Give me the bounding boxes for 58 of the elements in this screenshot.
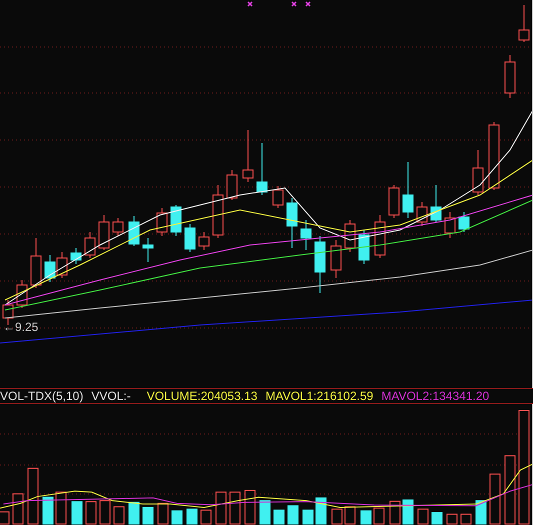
volume-bar [476, 500, 486, 524]
indicator-label: MAVOL2:134341.20 [381, 389, 490, 403]
indicator-label: MAVOL1:216102.59 [265, 389, 374, 403]
candlestick [256, 142, 268, 196]
candlestick [330, 240, 342, 278]
candlestick [44, 254, 56, 282]
volume-bar [302, 510, 314, 524]
candlestick [212, 184, 224, 238]
signal-mark-icon [291, 1, 297, 7]
candlestick [504, 54, 516, 98]
candlestick [272, 186, 284, 208]
candlestick [458, 212, 470, 232]
candlestick [314, 236, 326, 294]
candlestick [70, 248, 82, 264]
signal-mark-icon [247, 1, 253, 7]
candlestick [142, 238, 154, 262]
candlestick [242, 130, 254, 182]
volume-bar [432, 512, 442, 524]
candlestick [388, 184, 400, 218]
candlestick [184, 224, 196, 252]
candlestick [472, 150, 484, 196]
candlestick [518, 4, 530, 42]
candlestick [300, 220, 312, 250]
volume-bar [72, 501, 82, 524]
volume-bar [260, 500, 270, 524]
candlestick [30, 238, 42, 288]
signal-mark-icon [305, 1, 311, 7]
candlestick [16, 280, 28, 308]
candlestick [170, 204, 182, 236]
volume-bar [142, 506, 154, 524]
candlestick [226, 170, 238, 200]
indicator-label: VVOL:- [91, 389, 131, 403]
candlestick [112, 218, 124, 236]
volume-bar [186, 508, 198, 524]
volume-bar [274, 510, 284, 524]
volume-bar [288, 505, 298, 524]
candlestick [56, 252, 68, 278]
indicator-label: VOLUME:204053.13 [146, 389, 258, 403]
volume-bar [128, 502, 140, 524]
volume-bar [360, 510, 372, 524]
volume-bar [172, 510, 182, 524]
indicator-label: VOL-TDX(5,10) [0, 389, 84, 403]
candlestick [84, 232, 96, 258]
candlestick [444, 212, 456, 238]
volume-bar [316, 497, 326, 524]
candlestick [128, 216, 140, 246]
candlestick [98, 214, 110, 250]
candlestick [430, 184, 442, 222]
candlestick [358, 230, 370, 264]
candlestick [402, 162, 414, 218]
volume-bar [402, 499, 414, 524]
candlestick [416, 202, 428, 226]
price-low-label: ←9.25 [3, 320, 38, 334]
candlestick [156, 208, 168, 236]
candlestick [488, 122, 500, 190]
candlestick [198, 232, 210, 250]
candlestick [286, 198, 298, 248]
volume-bar [42, 496, 54, 524]
